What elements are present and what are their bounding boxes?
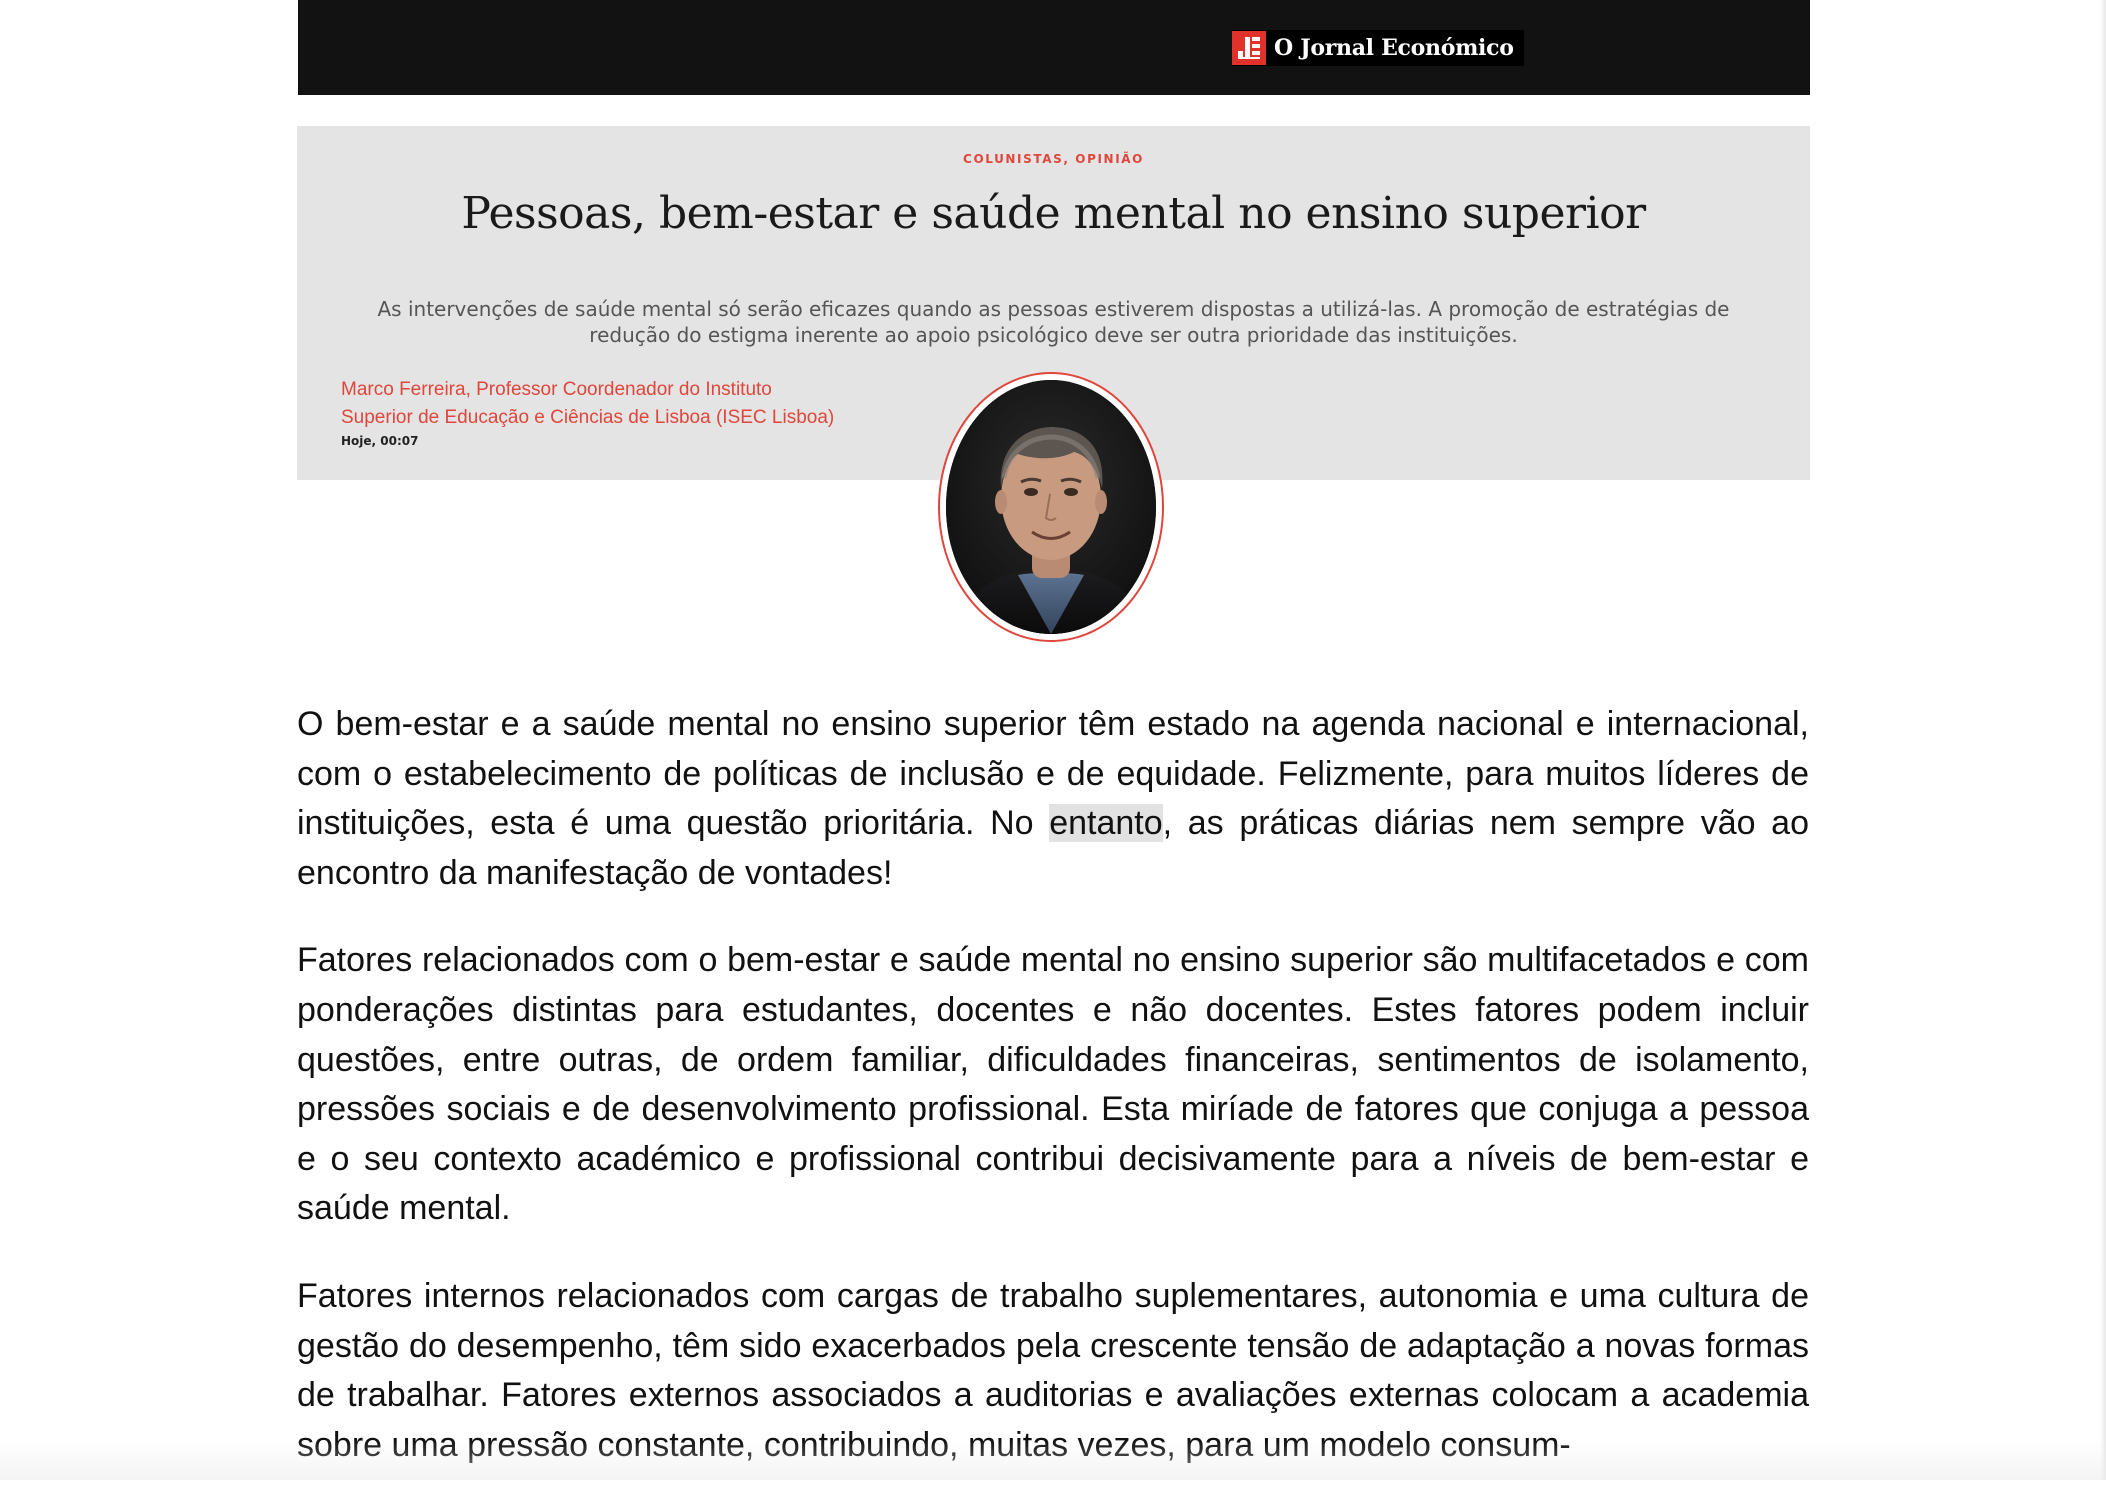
article-paragraph-2: Fatores relacionados com o bem-estar e s…: [297, 941, 1809, 1228]
author-line-1: Marco Ferreira, Professor Coordenador do…: [341, 379, 772, 400]
brand-name: O Jornal Económico: [1274, 35, 1514, 61]
author-line-2: Superior de Educação e Ciências de Lisbo…: [341, 407, 835, 428]
highlighted-word: entanto: [1049, 804, 1163, 843]
article-paragraph-1: O bem-estar e a saúde mental no ensino s…: [297, 700, 1809, 898]
article-lead: As intervenções de saúde mental só serão…: [327, 296, 1780, 348]
page-edge: [2100, 0, 2106, 1480]
author-avatar[interactable]: [938, 372, 1164, 642]
article-title: Pessoas, bem-estar e saúde mental no ens…: [461, 188, 1646, 239]
author-photo: [946, 380, 1156, 634]
brand-logo-link[interactable]: O Jornal Económico: [1232, 30, 1524, 66]
author-byline-link[interactable]: Marco Ferreira, Professor Coordenador do…: [341, 376, 901, 432]
article-paragraph-3: Fatores internos relacionados com cargas…: [297, 1276, 1809, 1464]
je-logo-icon: [1232, 31, 1266, 65]
masthead: O Jornal Económico: [298, 0, 1810, 95]
lead-line-1: As intervenções de saúde mental só serão…: [377, 297, 1730, 321]
lead-line-2: redução do estigma inerente ao apoio psi…: [589, 323, 1518, 347]
article-body: O bem-estar e a saúde mental no ensino s…: [297, 700, 1809, 1508]
article-category-link[interactable]: COLUNISTAS, OPINIÃO: [297, 152, 1810, 166]
publish-date: Hoje, 00:07: [341, 434, 419, 448]
